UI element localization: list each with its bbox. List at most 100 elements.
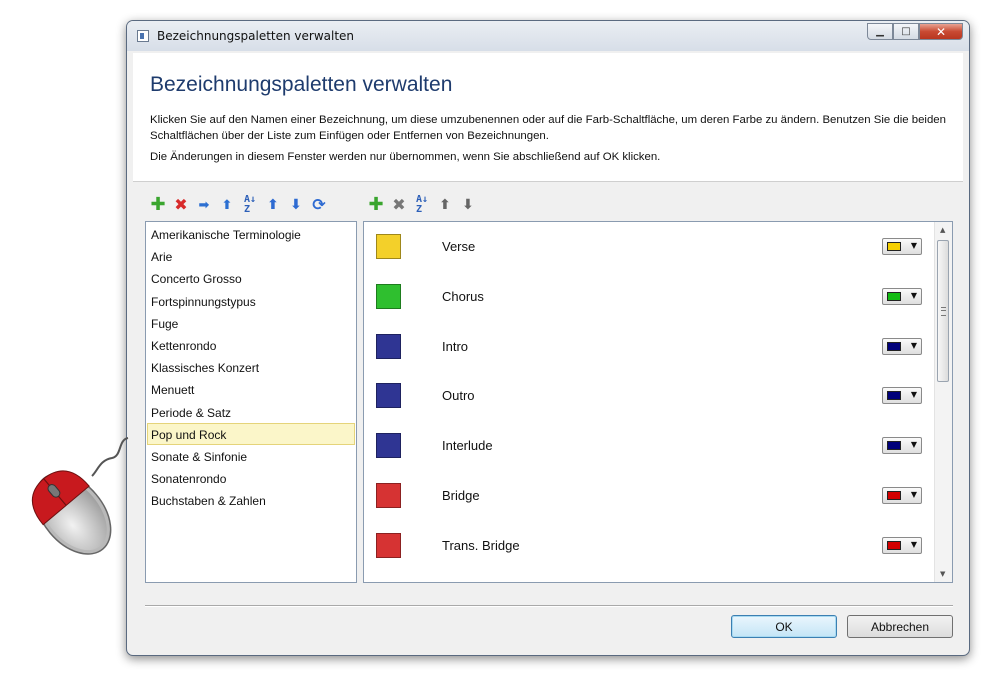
dropdown-arrow-icon: ▼ <box>910 539 917 549</box>
labels-panel[interactable]: Verse ▼ Chorus ▼ Intro ▼ Outro ▼ Interlude ▼ Bridg… <box>363 221 953 583</box>
window-title: Bezeichnungspaletten verwalten <box>157 29 355 43</box>
dropdown-arrow-icon: ▼ <box>910 490 917 499</box>
scroll-down-icon[interactable]: ▼ <box>940 570 945 578</box>
dropdown-arrow-icon: ▼ <box>910 290 917 300</box>
app-icon <box>137 30 149 42</box>
palette-list-item[interactable]: Amerikanische Terminologie <box>147 223 355 245</box>
scrollbar-thumb[interactable] <box>937 240 949 382</box>
dropdown-arrow-icon: ▼ <box>910 340 917 350</box>
color-preview <box>887 540 901 550</box>
move-palette-up-button[interactable]: ⬆ <box>264 196 282 214</box>
ok-button[interactable]: OK <box>731 615 837 638</box>
grip-icon <box>941 307 946 316</box>
apply-note-text: Die Änderungen in diesem Fenster werden … <box>150 151 661 163</box>
label-name[interactable]: Trans. Bridge <box>442 538 520 553</box>
minimize-icon: ▁ <box>876 26 884 37</box>
palette-list-item[interactable]: Klassisches Konzert <box>147 356 355 378</box>
arrow-up-icon: ⬆ <box>267 197 279 213</box>
add-palette-button[interactable]: ✚ <box>149 196 167 214</box>
delete-palette-button[interactable]: ✖ <box>172 196 190 214</box>
close-button[interactable]: ✕ <box>919 23 963 40</box>
instructions-text: Klicken Sie auf den Namen einer Bezeichn… <box>150 114 946 142</box>
cancel-button[interactable]: Abbrechen <box>847 615 953 638</box>
move-palette-down-button[interactable]: ⬇ <box>287 196 305 214</box>
dropdown-arrow-icon: ▼ <box>910 440 917 450</box>
label-name[interactable]: Chorus <box>442 289 484 304</box>
label-row: Bridge ▼ <box>364 471 934 521</box>
label-color-swatch <box>376 234 401 259</box>
palette-list-item[interactable]: Fortspinnungstypus <box>147 290 355 312</box>
export-icon: ⬆ <box>221 197 233 213</box>
refresh-palettes-button[interactable]: ⟳ <box>310 196 328 214</box>
label-name[interactable]: Verse <box>442 239 475 254</box>
add-label-button[interactable]: ✚ <box>367 196 385 214</box>
palette-list[interactable]: Amerikanische Terminologie Arie Concerto G… <box>145 221 357 583</box>
label-row: Intro ▼ <box>364 322 934 372</box>
delete-label-button[interactable]: ✖ <box>390 196 408 214</box>
color-picker-button[interactable]: ▼ <box>882 238 922 255</box>
minimize-button[interactable]: ▁ <box>867 23 893 40</box>
label-name[interactable]: Intro <box>442 339 468 354</box>
label-name[interactable]: Bridge <box>442 488 480 503</box>
dropdown-arrow-icon: ▼ <box>910 241 917 250</box>
color-picker-button[interactable]: ▼ <box>882 487 922 504</box>
refresh-icon: ⟳ <box>312 195 326 214</box>
label-color-swatch <box>376 532 401 558</box>
label-row: Interlude ▼ <box>364 421 934 471</box>
palette-list-item[interactable]: Kettenrondo <box>147 334 355 356</box>
color-preview <box>887 341 901 351</box>
label-name[interactable]: Outro <box>442 388 475 403</box>
color-preview <box>887 242 901 251</box>
color-picker-button[interactable]: ▼ <box>882 387 922 405</box>
maximize-button[interactable]: □ <box>893 23 919 40</box>
title-bar[interactable]: Bezeichnungspaletten verwalten ▁ □ ✕ <box>127 21 969 51</box>
color-picker-button[interactable]: ▼ <box>882 337 922 355</box>
arrow-down-icon: ⬇ <box>290 197 302 213</box>
label-name[interactable]: Interlude <box>442 438 493 453</box>
label-color-swatch <box>376 383 401 409</box>
sort-labels-button[interactable]: A↓ Z <box>413 194 431 215</box>
arrow-up-icon: ⬆ <box>439 197 451 213</box>
mouse-illustration <box>31 437 129 555</box>
dialog-window: Bezeichnungspaletten verwalten ▁ □ ✕ Bez… <box>126 20 970 656</box>
palette-list-item[interactable]: Periode & Satz <box>147 401 355 423</box>
separator <box>145 605 953 607</box>
import-icon: ➡ <box>198 197 210 213</box>
palette-list-item[interactable]: Sonate & Sinfonie <box>147 445 355 467</box>
palette-list-item[interactable]: Concerto Grosso <box>147 267 355 289</box>
palette-list-item[interactable]: Pop und Rock <box>147 422 355 445</box>
color-preview <box>887 291 901 301</box>
label-color-swatch <box>376 283 401 309</box>
scroll-up-icon[interactable]: ▲ <box>940 226 945 234</box>
vertical-scrollbar[interactable]: ▲ ▼ <box>934 222 952 582</box>
label-row: Outro ▼ <box>364 371 934 421</box>
delete-icon: ✖ <box>174 195 188 214</box>
move-label-down-button[interactable]: ⬇ <box>459 196 477 214</box>
palette-list-item[interactable]: Arie <box>147 245 355 267</box>
color-picker-button[interactable]: ▼ <box>882 536 922 554</box>
color-preview <box>887 391 901 401</box>
label-row: Trans. Bridge ▼ <box>364 521 934 571</box>
palette-list-item[interactable]: Fuge <box>147 312 355 334</box>
export-palette-button[interactable]: ⬆ <box>218 196 236 214</box>
label-row: Verse ▼ <box>364 222 934 272</box>
label-row: Chorus ▼ <box>364 272 934 322</box>
page-title: Bezeichnungspaletten verwalten <box>150 73 453 96</box>
sort-az-icon: A↓ Z <box>415 194 429 215</box>
move-label-up-button[interactable]: ⬆ <box>436 196 454 214</box>
close-icon: ✕ <box>935 24 947 39</box>
palette-list-item[interactable]: Buchstaben & Zahlen <box>147 489 355 511</box>
palette-list-item[interactable]: Menuett <box>147 378 355 400</box>
sort-palettes-button[interactable]: A↓ Z <box>241 195 259 215</box>
arrow-down-icon: ⬇ <box>462 197 474 213</box>
add-icon: ✚ <box>150 194 166 215</box>
add-icon: ✚ <box>368 194 384 215</box>
color-preview <box>887 441 901 451</box>
palette-list-item[interactable]: Sonatenrondo <box>147 467 355 489</box>
color-picker-button[interactable]: ▼ <box>882 287 922 305</box>
palette-toolbar: ✚ ✖ ➡ ⬆ A↓ Z ⬆ ⬇ ⟳ <box>149 195 333 215</box>
header-area: Bezeichnungspaletten verwalten Klicken S… <box>133 53 963 182</box>
dropdown-arrow-icon: ▼ <box>910 390 917 400</box>
color-picker-button[interactable]: ▼ <box>882 437 922 455</box>
import-palette-button[interactable]: ➡ <box>195 196 213 214</box>
